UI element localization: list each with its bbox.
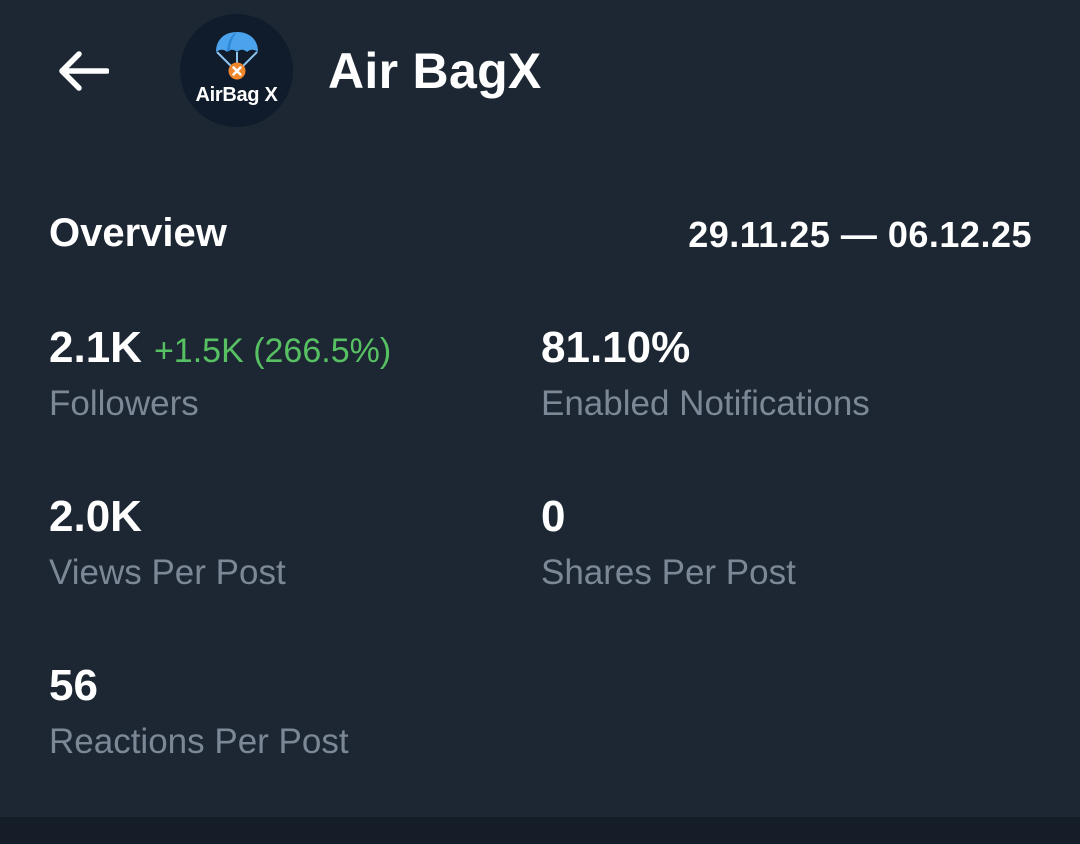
arrow-left-icon — [59, 51, 109, 91]
stat-value: 2.0K — [49, 492, 142, 541]
stat-enabled-notifications: 81.10% Enabled Notifications — [541, 323, 870, 424]
parachute-icon — [216, 32, 258, 80]
overview-title: Overview — [49, 211, 227, 255]
stat-label: Followers — [49, 384, 199, 423]
stat-value: 2.1K — [49, 323, 142, 372]
stat-delta: +1.5K (266.5%) — [153, 332, 392, 370]
stat-shares-per-post: 0 Shares Per Post — [541, 492, 796, 593]
header: AirBag X Air BagX — [0, 0, 1080, 140]
stat-reactions-per-post: 56 Reactions Per Post — [49, 661, 349, 762]
date-range: 29.11.25 — 06.12.25 — [688, 214, 1032, 255]
section-divider — [0, 817, 1080, 844]
stat-label: Shares Per Post — [541, 553, 796, 592]
back-button[interactable] — [52, 40, 114, 102]
channel-avatar[interactable]: AirBag X — [180, 14, 293, 127]
stat-value: 56 — [49, 661, 98, 710]
stat-label: Reactions Per Post — [49, 722, 349, 761]
stat-label: Enabled Notifications — [541, 384, 870, 423]
statistics-screen: AirBag X Air BagX Overview 29.11.25 — 06… — [0, 0, 1080, 844]
stat-value: 81.10% — [541, 323, 691, 372]
avatar-logo-text: AirBag X — [195, 84, 278, 106]
channel-title: Air BagX — [328, 43, 542, 99]
stat-label: Views Per Post — [49, 553, 286, 592]
stat-followers: 2.1K +1.5K (266.5%) Followers — [49, 323, 391, 424]
stat-value: 0 — [541, 492, 566, 541]
stat-views-per-post: 2.0K Views Per Post — [49, 492, 286, 593]
